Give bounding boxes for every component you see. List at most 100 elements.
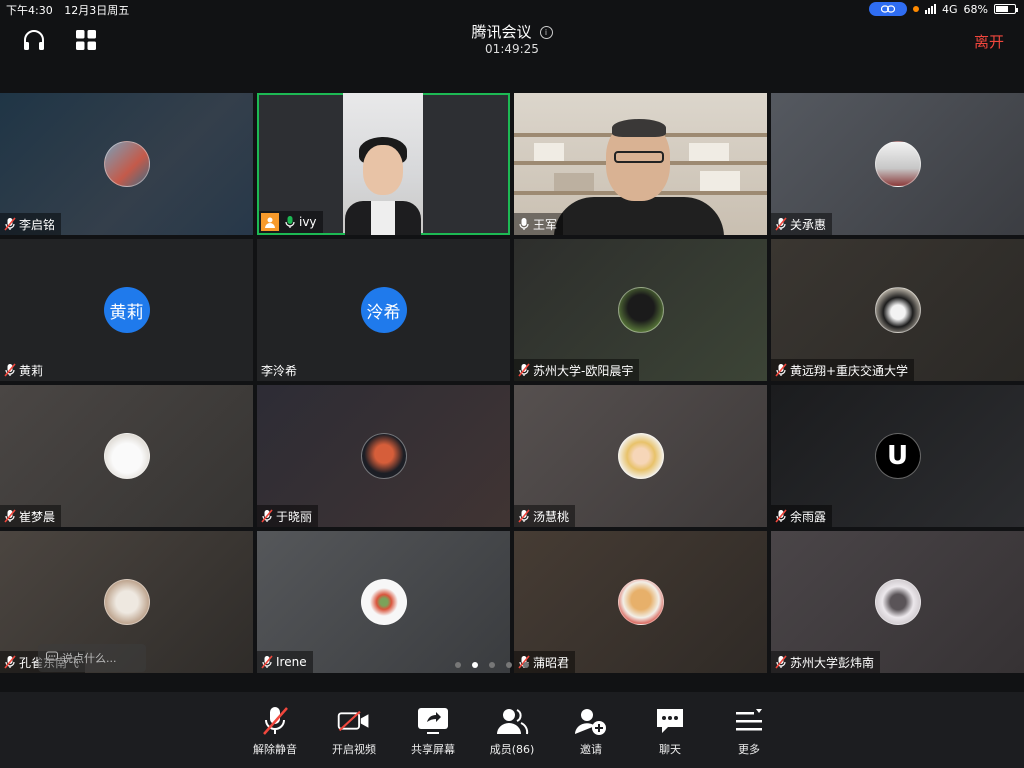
participant-tile[interactable]: 李启铭 — [0, 93, 253, 235]
recording-dot-icon — [913, 6, 920, 12]
share-screen-icon — [416, 704, 450, 738]
page-dot[interactable] — [472, 662, 478, 668]
invite-button[interactable]: 邀请 — [552, 700, 630, 757]
participant-tile[interactable]: 泠希 李泠希 — [257, 239, 510, 381]
participant-tile[interactable]: 王军 — [514, 93, 767, 235]
participant-name: 李泠希 — [261, 363, 298, 378]
share-screen-button[interactable]: 共享屏幕 — [394, 700, 472, 757]
mic-muted-icon — [775, 509, 787, 523]
info-icon[interactable]: i — [539, 26, 553, 39]
more-label: 更多 — [738, 743, 760, 756]
page-dot[interactable] — [523, 662, 529, 668]
status-date: 12月3日周五 — [64, 4, 130, 17]
start-video-button[interactable]: 开启视频 — [315, 700, 393, 757]
participant-name: Irene — [276, 655, 307, 669]
participant-label: 关承惠 — [771, 213, 833, 235]
network-type: 4G — [942, 2, 958, 16]
battery-icon — [994, 4, 1018, 14]
participant-tile[interactable]: 于晓丽 — [257, 385, 510, 527]
more-button[interactable]: 更多 — [710, 700, 788, 757]
participant-video — [343, 93, 423, 235]
mic-icon — [519, 218, 529, 230]
participant-name: ivy — [299, 215, 317, 229]
participant-name: 蒲昭君 — [533, 655, 570, 670]
participant-name: 黄莉 — [19, 363, 44, 378]
members-icon — [495, 704, 529, 738]
mic-muted-icon — [261, 655, 273, 669]
mic-muted-icon — [4, 217, 16, 231]
page-dot[interactable] — [489, 662, 495, 668]
mic-active-icon — [285, 216, 295, 228]
unmute-button[interactable]: 解除静音 — [236, 700, 314, 757]
participant-tile[interactable]: 汤慧桃 — [514, 385, 767, 527]
participant-tile-active-speaker[interactable]: ivy — [257, 93, 510, 235]
members-button[interactable]: 成员(86) — [473, 700, 551, 757]
battery-percent: 68% — [963, 2, 988, 16]
participant-label: 李启铭 — [0, 213, 62, 235]
mic-muted-icon — [261, 509, 273, 523]
mic-muted-icon — [4, 655, 16, 669]
share-screen-label: 共享屏幕 — [411, 743, 455, 756]
participant-tile[interactable]: 黄远翔+重庆交通大学 — [771, 239, 1024, 381]
invite-label: 邀请 — [580, 743, 602, 756]
participant-tile[interactable]: 蒲昭君 — [514, 531, 767, 673]
mic-muted-icon — [4, 509, 16, 523]
participant-name: 关承惠 — [790, 217, 827, 232]
participant-name: 李启铭 — [19, 217, 56, 232]
chat-hint-text: 说点什么... — [62, 652, 117, 665]
participant-name: 王军 — [533, 217, 558, 232]
mic-muted-icon — [775, 363, 787, 377]
unmute-label: 解除静音 — [253, 743, 297, 756]
mic-muted-icon — [775, 655, 787, 669]
participant-name: 汤慧桃 — [533, 509, 570, 524]
page-dot[interactable] — [506, 662, 512, 668]
initials-avatar: 黄莉 — [103, 287, 150, 333]
avatar — [617, 579, 664, 625]
participant-tile[interactable]: 苏州大学-欧阳晨宇 — [514, 239, 767, 381]
initials-avatar: 泠希 — [360, 287, 407, 333]
mic-off-icon — [258, 704, 292, 738]
signal-icon — [925, 4, 937, 14]
page-dot[interactable] — [455, 662, 461, 668]
chat-button[interactable]: 聊天 — [631, 700, 709, 757]
meeting-header: 腾讯会议 i 01:49:25 离开 — [0, 18, 1024, 62]
participant-name: 崔梦晨 — [19, 509, 56, 524]
members-label: 成员(86) — [489, 743, 535, 756]
participant-tile[interactable]: 关承惠 — [771, 93, 1024, 235]
avatar — [874, 287, 921, 333]
participant-label: 黄莉 — [0, 359, 49, 381]
participant-tile[interactable]: Irene — [257, 531, 510, 673]
status-time: 下午4:30 — [6, 4, 53, 17]
participant-label: 黄远翔+重庆交通大学 — [771, 359, 915, 381]
letter-avatar: U — [874, 433, 921, 479]
avatar — [103, 141, 150, 187]
participant-name: 于晓丽 — [276, 509, 313, 524]
participant-label: 于晓丽 — [257, 505, 319, 527]
mic-muted-icon — [4, 363, 16, 377]
mic-muted-icon — [518, 509, 530, 523]
meeting-title[interactable]: 腾讯会议 i — [0, 21, 1024, 42]
meeting-title-text: 腾讯会议 — [471, 23, 532, 41]
add-user-icon — [574, 704, 608, 738]
participant-label: 苏州大学-欧阳晨宇 — [514, 359, 640, 381]
avatar — [103, 579, 150, 625]
participant-name: 余雨露 — [790, 509, 827, 524]
participant-tile[interactable]: 黄莉 黄莉 — [0, 239, 253, 381]
avatar — [103, 433, 150, 479]
avatar — [360, 433, 407, 479]
participant-label: 崔梦晨 — [0, 505, 62, 527]
video-off-icon — [337, 704, 371, 738]
chat-input-hint[interactable]: 说点什么... — [38, 644, 146, 672]
participant-label: 李泠希 — [257, 359, 303, 381]
participant-label: Irene — [257, 651, 313, 673]
chat-icon — [653, 704, 687, 738]
start-video-label: 开启视频 — [332, 743, 376, 756]
more-menu-icon — [732, 704, 766, 738]
participant-tile[interactable]: 崔梦晨 — [0, 385, 253, 527]
participant-tile[interactable]: U 余雨露 — [771, 385, 1024, 527]
page-indicator[interactable] — [455, 662, 529, 668]
participant-tile[interactable]: 苏州大学彭炜南 — [771, 531, 1024, 673]
leave-button[interactable]: 离开 — [974, 31, 1004, 52]
chat-bubble-icon — [46, 651, 58, 666]
participant-grid: 李启铭 ivy 王军 关承惠 黄莉 黄莉 泠希 李泠希 苏州大学-欧阳晨宇 黄远… — [0, 93, 1024, 675]
